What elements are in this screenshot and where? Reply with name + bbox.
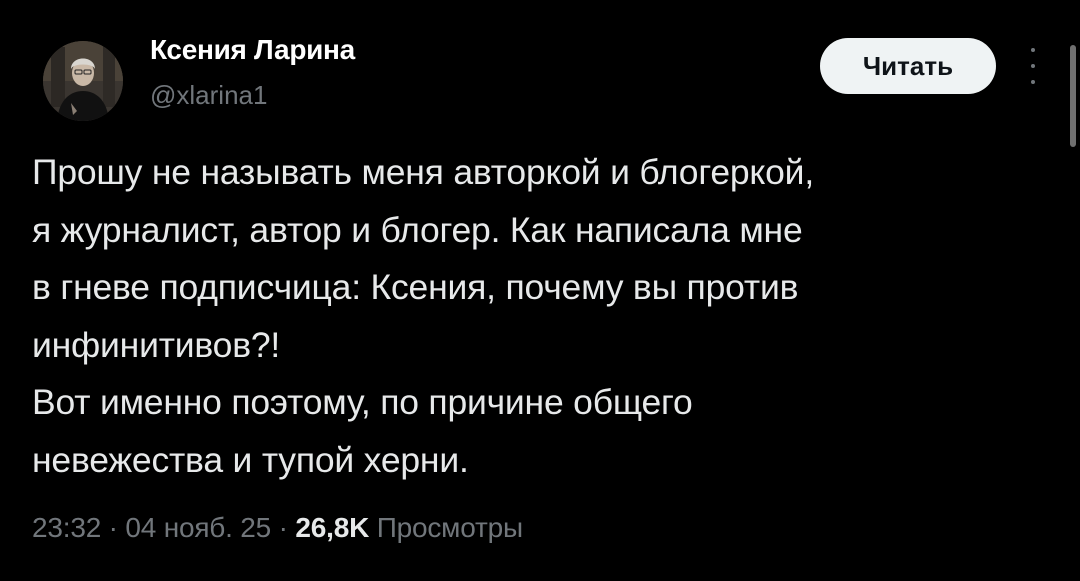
more-dot <box>1031 64 1035 68</box>
tweet-text-line: я журналист, автор и блогер. Как написал… <box>32 209 803 250</box>
more-dot <box>1031 80 1035 84</box>
tweet-time[interactable]: 23:32 <box>32 512 101 543</box>
tweet-text-line: в гневе подписчица: Ксения, почему вы пр… <box>32 267 799 307</box>
tweet-text-line: Прошу не называть меня авторкой и блогер… <box>32 152 814 192</box>
avatar[interactable] <box>43 41 123 121</box>
views-count[interactable]: 26,8K <box>295 512 369 543</box>
views-label: Просмотры <box>376 512 523 543</box>
more-vertical-icon[interactable] <box>1019 48 1047 84</box>
tweet-meta: 23:32 · 04 нояб. 25 · 26,8K Просмотры <box>32 512 523 544</box>
tweet-date[interactable]: 04 нояб. 25 <box>125 512 271 543</box>
tweet-text-line: Вот именно поэтому, по причине общего <box>32 382 693 422</box>
meta-separator: · <box>108 512 118 543</box>
follow-button-label: Читать <box>862 50 954 81</box>
more-dot <box>1031 48 1035 52</box>
author-handle[interactable]: @xlarina1 <box>150 80 267 111</box>
tweet-container: Ксения Ларина @xlarina1 Читать Прошу не … <box>0 0 1080 581</box>
tweet-text: Прошу не называть меня авторкой и блогер… <box>32 144 1062 489</box>
tweet-text-line: инфинитивов?! <box>32 324 281 365</box>
avatar-photo-icon <box>43 41 123 121</box>
meta-separator: · <box>278 512 288 543</box>
scrollbar[interactable] <box>1070 45 1076 147</box>
tweet-text-line: невежества и тупой херни. <box>32 439 469 480</box>
author-display-name[interactable]: Ксения Ларина <box>150 34 355 66</box>
follow-button[interactable]: Читать <box>820 38 996 94</box>
